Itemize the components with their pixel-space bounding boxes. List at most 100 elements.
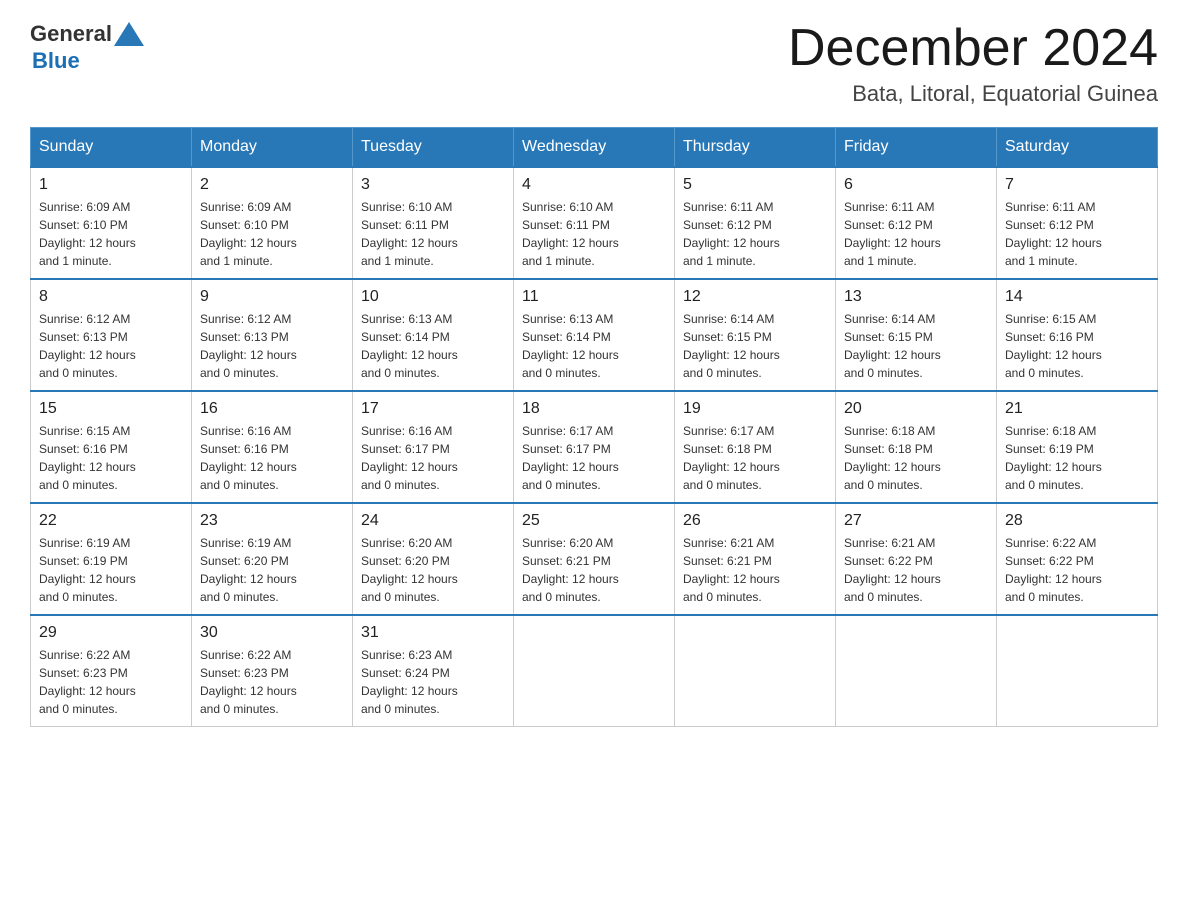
- calendar-header-sunday: Sunday: [31, 128, 192, 168]
- calendar-day-cell: 6 Sunrise: 6:11 AM Sunset: 6:12 PM Dayli…: [836, 167, 997, 279]
- calendar-day-cell: 28 Sunrise: 6:22 AM Sunset: 6:22 PM Dayl…: [997, 503, 1158, 615]
- calendar-header-thursday: Thursday: [675, 128, 836, 168]
- calendar-header-row: SundayMondayTuesdayWednesdayThursdayFrid…: [31, 128, 1158, 168]
- day-info: Sunrise: 6:18 AM Sunset: 6:18 PM Dayligh…: [844, 422, 988, 494]
- calendar-week-row: 22 Sunrise: 6:19 AM Sunset: 6:19 PM Dayl…: [31, 503, 1158, 615]
- day-number: 22: [39, 512, 183, 530]
- day-number: 1: [39, 176, 183, 194]
- calendar-day-cell: 19 Sunrise: 6:17 AM Sunset: 6:18 PM Dayl…: [675, 391, 836, 503]
- day-info: Sunrise: 6:18 AM Sunset: 6:19 PM Dayligh…: [1005, 422, 1149, 494]
- logo-text-blue: Blue: [32, 48, 80, 73]
- calendar-day-cell: 4 Sunrise: 6:10 AM Sunset: 6:11 PM Dayli…: [514, 167, 675, 279]
- calendar-table: SundayMondayTuesdayWednesdayThursdayFrid…: [30, 127, 1158, 727]
- day-info: Sunrise: 6:10 AM Sunset: 6:11 PM Dayligh…: [522, 198, 666, 270]
- day-number: 23: [200, 512, 344, 530]
- calendar-day-cell: 25 Sunrise: 6:20 AM Sunset: 6:21 PM Dayl…: [514, 503, 675, 615]
- calendar-day-cell: 26 Sunrise: 6:21 AM Sunset: 6:21 PM Dayl…: [675, 503, 836, 615]
- day-info: Sunrise: 6:11 AM Sunset: 6:12 PM Dayligh…: [844, 198, 988, 270]
- calendar-header-monday: Monday: [192, 128, 353, 168]
- day-info: Sunrise: 6:13 AM Sunset: 6:14 PM Dayligh…: [522, 310, 666, 382]
- calendar-day-cell: 9 Sunrise: 6:12 AM Sunset: 6:13 PM Dayli…: [192, 279, 353, 391]
- calendar-day-cell: 23 Sunrise: 6:19 AM Sunset: 6:20 PM Dayl…: [192, 503, 353, 615]
- day-info: Sunrise: 6:14 AM Sunset: 6:15 PM Dayligh…: [844, 310, 988, 382]
- day-info: Sunrise: 6:19 AM Sunset: 6:20 PM Dayligh…: [200, 534, 344, 606]
- day-number: 7: [1005, 176, 1149, 194]
- calendar-day-cell: 7 Sunrise: 6:11 AM Sunset: 6:12 PM Dayli…: [997, 167, 1158, 279]
- day-number: 15: [39, 400, 183, 418]
- calendar-day-cell: 22 Sunrise: 6:19 AM Sunset: 6:19 PM Dayl…: [31, 503, 192, 615]
- day-number: 28: [1005, 512, 1149, 530]
- day-number: 12: [683, 288, 827, 306]
- calendar-header-saturday: Saturday: [997, 128, 1158, 168]
- day-info: Sunrise: 6:20 AM Sunset: 6:20 PM Dayligh…: [361, 534, 505, 606]
- day-info: Sunrise: 6:13 AM Sunset: 6:14 PM Dayligh…: [361, 310, 505, 382]
- logo: General Blue: [30, 20, 144, 74]
- day-number: 11: [522, 288, 666, 306]
- day-number: 29: [39, 624, 183, 642]
- calendar-day-cell: 29 Sunrise: 6:22 AM Sunset: 6:23 PM Dayl…: [31, 615, 192, 727]
- page-header: General Blue December 2024 Bata, Litoral…: [30, 20, 1158, 107]
- calendar-day-cell: 18 Sunrise: 6:17 AM Sunset: 6:17 PM Dayl…: [514, 391, 675, 503]
- day-number: 20: [844, 400, 988, 418]
- day-info: Sunrise: 6:09 AM Sunset: 6:10 PM Dayligh…: [39, 198, 183, 270]
- calendar-day-cell: 2 Sunrise: 6:09 AM Sunset: 6:10 PM Dayli…: [192, 167, 353, 279]
- day-number: 3: [361, 176, 505, 194]
- day-info: Sunrise: 6:09 AM Sunset: 6:10 PM Dayligh…: [200, 198, 344, 270]
- day-number: 2: [200, 176, 344, 194]
- day-info: Sunrise: 6:10 AM Sunset: 6:11 PM Dayligh…: [361, 198, 505, 270]
- day-info: Sunrise: 6:19 AM Sunset: 6:19 PM Dayligh…: [39, 534, 183, 606]
- month-title: December 2024: [788, 20, 1158, 77]
- day-info: Sunrise: 6:14 AM Sunset: 6:15 PM Dayligh…: [683, 310, 827, 382]
- calendar-day-cell: 20 Sunrise: 6:18 AM Sunset: 6:18 PM Dayl…: [836, 391, 997, 503]
- day-info: Sunrise: 6:15 AM Sunset: 6:16 PM Dayligh…: [1005, 310, 1149, 382]
- day-number: 9: [200, 288, 344, 306]
- day-number: 10: [361, 288, 505, 306]
- day-info: Sunrise: 6:22 AM Sunset: 6:23 PM Dayligh…: [39, 646, 183, 718]
- day-number: 6: [844, 176, 988, 194]
- calendar-day-cell: [675, 615, 836, 727]
- day-info: Sunrise: 6:17 AM Sunset: 6:17 PM Dayligh…: [522, 422, 666, 494]
- calendar-day-cell: 3 Sunrise: 6:10 AM Sunset: 6:11 PM Dayli…: [353, 167, 514, 279]
- day-number: 5: [683, 176, 827, 194]
- day-number: 27: [844, 512, 988, 530]
- day-number: 4: [522, 176, 666, 194]
- calendar-day-cell: 14 Sunrise: 6:15 AM Sunset: 6:16 PM Dayl…: [997, 279, 1158, 391]
- calendar-week-row: 1 Sunrise: 6:09 AM Sunset: 6:10 PM Dayli…: [31, 167, 1158, 279]
- calendar-day-cell: 17 Sunrise: 6:16 AM Sunset: 6:17 PM Dayl…: [353, 391, 514, 503]
- day-info: Sunrise: 6:21 AM Sunset: 6:21 PM Dayligh…: [683, 534, 827, 606]
- day-number: 17: [361, 400, 505, 418]
- day-info: Sunrise: 6:15 AM Sunset: 6:16 PM Dayligh…: [39, 422, 183, 494]
- calendar-day-cell: 30 Sunrise: 6:22 AM Sunset: 6:23 PM Dayl…: [192, 615, 353, 727]
- location-title: Bata, Litoral, Equatorial Guinea: [788, 81, 1158, 107]
- calendar-day-cell: 21 Sunrise: 6:18 AM Sunset: 6:19 PM Dayl…: [997, 391, 1158, 503]
- day-number: 30: [200, 624, 344, 642]
- calendar-day-cell: [997, 615, 1158, 727]
- day-info: Sunrise: 6:17 AM Sunset: 6:18 PM Dayligh…: [683, 422, 827, 494]
- logo-text-general: General: [30, 21, 112, 47]
- calendar-day-cell: 5 Sunrise: 6:11 AM Sunset: 6:12 PM Dayli…: [675, 167, 836, 279]
- day-number: 8: [39, 288, 183, 306]
- day-number: 16: [200, 400, 344, 418]
- day-info: Sunrise: 6:22 AM Sunset: 6:23 PM Dayligh…: [200, 646, 344, 718]
- calendar-header-tuesday: Tuesday: [353, 128, 514, 168]
- calendar-week-row: 15 Sunrise: 6:15 AM Sunset: 6:16 PM Dayl…: [31, 391, 1158, 503]
- day-number: 19: [683, 400, 827, 418]
- calendar-day-cell: 11 Sunrise: 6:13 AM Sunset: 6:14 PM Dayl…: [514, 279, 675, 391]
- calendar-day-cell: 31 Sunrise: 6:23 AM Sunset: 6:24 PM Dayl…: [353, 615, 514, 727]
- calendar-day-cell: 13 Sunrise: 6:14 AM Sunset: 6:15 PM Dayl…: [836, 279, 997, 391]
- day-number: 14: [1005, 288, 1149, 306]
- logo-triangle-icon: [114, 18, 144, 48]
- calendar-day-cell: [514, 615, 675, 727]
- calendar-header-friday: Friday: [836, 128, 997, 168]
- calendar-day-cell: 10 Sunrise: 6:13 AM Sunset: 6:14 PM Dayl…: [353, 279, 514, 391]
- calendar-header-wednesday: Wednesday: [514, 128, 675, 168]
- day-info: Sunrise: 6:11 AM Sunset: 6:12 PM Dayligh…: [1005, 198, 1149, 270]
- day-number: 13: [844, 288, 988, 306]
- title-section: December 2024 Bata, Litoral, Equatorial …: [788, 20, 1158, 107]
- calendar-day-cell: 24 Sunrise: 6:20 AM Sunset: 6:20 PM Dayl…: [353, 503, 514, 615]
- day-number: 25: [522, 512, 666, 530]
- day-number: 21: [1005, 400, 1149, 418]
- calendar-day-cell: 15 Sunrise: 6:15 AM Sunset: 6:16 PM Dayl…: [31, 391, 192, 503]
- day-info: Sunrise: 6:23 AM Sunset: 6:24 PM Dayligh…: [361, 646, 505, 718]
- day-number: 18: [522, 400, 666, 418]
